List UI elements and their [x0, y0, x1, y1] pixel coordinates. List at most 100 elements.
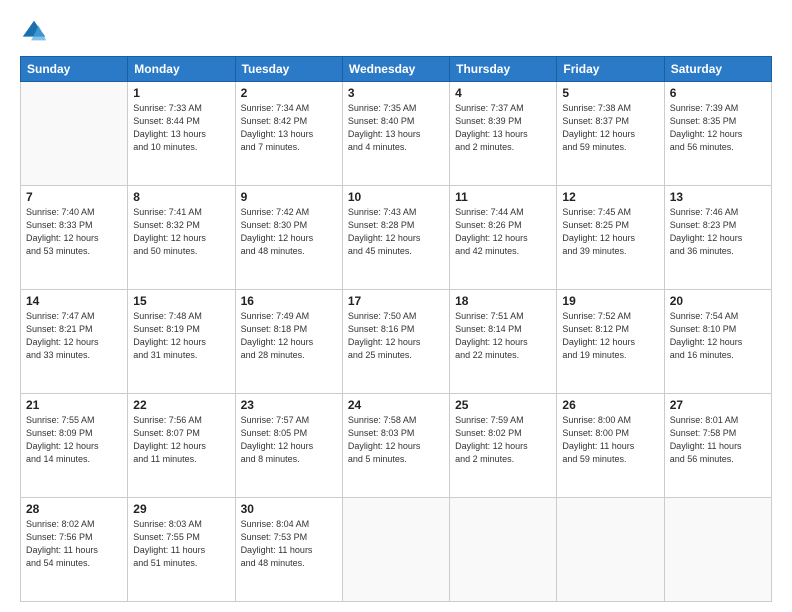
day-number: 7: [26, 190, 122, 204]
day-number: 2: [241, 86, 337, 100]
day-number: 15: [133, 294, 229, 308]
day-info: Sunrise: 7:54 AM Sunset: 8:10 PM Dayligh…: [670, 310, 766, 362]
calendar-day-header: Saturday: [664, 57, 771, 82]
day-info: Sunrise: 7:52 AM Sunset: 8:12 PM Dayligh…: [562, 310, 658, 362]
calendar-cell: 9 Sunrise: 7:42 AM Sunset: 8:30 PM Daylig…: [235, 186, 342, 290]
day-info: Sunrise: 7:48 AM Sunset: 8:19 PM Dayligh…: [133, 310, 229, 362]
calendar-cell: 5Sunrise: 7:38 AM Sunset: 8:37 PM Daylig…: [557, 82, 664, 186]
calendar-cell: 13 Sunrise: 7:46 AM Sunset: 8:23 PM Dayli…: [664, 186, 771, 290]
day-info: Sunrise: 7:59 AM Sunset: 8:02 PM Dayligh…: [455, 414, 551, 466]
calendar-cell: 8 Sunrise: 7:41 AM Sunset: 8:32 PM Daylig…: [128, 186, 235, 290]
day-number: 10: [348, 190, 444, 204]
calendar-day-header: Monday: [128, 57, 235, 82]
calendar-cell: [557, 498, 664, 602]
day-number: 18: [455, 294, 551, 308]
day-number: 9: [241, 190, 337, 204]
calendar-cell: 26 Sunrise: 8:00 AM Sunset: 8:00 PM Dayli…: [557, 394, 664, 498]
day-info: Sunrise: 7:58 AM Sunset: 8:03 PM Dayligh…: [348, 414, 444, 466]
day-info: Sunrise: 7:41 AM Sunset: 8:32 PM Dayligh…: [133, 206, 229, 258]
day-info: Sunrise: 7:39 AM Sunset: 8:35 PM Dayligh…: [670, 102, 766, 154]
day-number: 16: [241, 294, 337, 308]
calendar-cell: 24Sunrise: 7:58 AM Sunset: 8:03 PM Dayli…: [342, 394, 449, 498]
day-number: 13: [670, 190, 766, 204]
day-number: 11: [455, 190, 551, 204]
logo-icon: [20, 18, 48, 46]
calendar-day-header: Wednesday: [342, 57, 449, 82]
day-number: 14: [26, 294, 122, 308]
calendar-day-header: Friday: [557, 57, 664, 82]
day-info: Sunrise: 7:34 AM Sunset: 8:42 PM Dayligh…: [241, 102, 337, 154]
day-number: 4: [455, 86, 551, 100]
day-info: Sunrise: 7:51 AM Sunset: 8:14 PM Dayligh…: [455, 310, 551, 362]
calendar-cell: 2 Sunrise: 7:34 AM Sunset: 8:42 PM Daylig…: [235, 82, 342, 186]
day-info: Sunrise: 8:02 AM Sunset: 7:56 PM Dayligh…: [26, 518, 122, 570]
day-info: Sunrise: 8:01 AM Sunset: 7:58 PM Dayligh…: [670, 414, 766, 466]
calendar-cell: 18 Sunrise: 7:51 AM Sunset: 8:14 PM Dayli…: [450, 290, 557, 394]
calendar-cell: 14 Sunrise: 7:47 AM Sunset: 8:21 PM Dayli…: [21, 290, 128, 394]
calendar-cell: 15 Sunrise: 7:48 AM Sunset: 8:19 PM Dayli…: [128, 290, 235, 394]
calendar-cell: [664, 498, 771, 602]
day-info: Sunrise: 7:55 AM Sunset: 8:09 PM Dayligh…: [26, 414, 122, 466]
day-info: Sunrise: 7:50 AM Sunset: 8:16 PM Dayligh…: [348, 310, 444, 362]
day-info: Sunrise: 7:42 AM Sunset: 8:30 PM Dayligh…: [241, 206, 337, 258]
calendar-cell: 11 Sunrise: 7:44 AM Sunset: 8:26 PM Dayli…: [450, 186, 557, 290]
day-number: 23: [241, 398, 337, 412]
day-info: Sunrise: 7:57 AM Sunset: 8:05 PM Dayligh…: [241, 414, 337, 466]
calendar-cell: 30 Sunrise: 8:04 AM Sunset: 7:53 PM Dayli…: [235, 498, 342, 602]
calendar-cell: [450, 498, 557, 602]
calendar-day-header: Sunday: [21, 57, 128, 82]
calendar-cell: 25Sunrise: 7:59 AM Sunset: 8:02 PM Dayli…: [450, 394, 557, 498]
day-info: Sunrise: 7:38 AM Sunset: 8:37 PM Dayligh…: [562, 102, 658, 154]
calendar-cell: 16Sunrise: 7:49 AM Sunset: 8:18 PM Dayli…: [235, 290, 342, 394]
calendar-week-row: 7 Sunrise: 7:40 AM Sunset: 8:33 PM Daylig…: [21, 186, 772, 290]
calendar-cell: 21 Sunrise: 7:55 AM Sunset: 8:09 PM Dayli…: [21, 394, 128, 498]
day-info: Sunrise: 7:37 AM Sunset: 8:39 PM Dayligh…: [455, 102, 551, 154]
day-info: Sunrise: 7:33 AM Sunset: 8:44 PM Dayligh…: [133, 102, 229, 154]
header: [20, 18, 772, 46]
day-number: 1: [133, 86, 229, 100]
day-number: 29: [133, 502, 229, 516]
day-info: Sunrise: 7:56 AM Sunset: 8:07 PM Dayligh…: [133, 414, 229, 466]
calendar-day-header: Thursday: [450, 57, 557, 82]
calendar-cell: 1 Sunrise: 7:33 AM Sunset: 8:44 PM Daylig…: [128, 82, 235, 186]
calendar-cell: 23 Sunrise: 7:57 AM Sunset: 8:05 PM Dayli…: [235, 394, 342, 498]
logo: [20, 18, 52, 46]
day-info: Sunrise: 8:04 AM Sunset: 7:53 PM Dayligh…: [241, 518, 337, 570]
calendar-cell: 4 Sunrise: 7:37 AM Sunset: 8:39 PM Daylig…: [450, 82, 557, 186]
calendar-cell: 29 Sunrise: 8:03 AM Sunset: 7:55 PM Dayli…: [128, 498, 235, 602]
calendar-cell: 3Sunrise: 7:35 AM Sunset: 8:40 PM Daylig…: [342, 82, 449, 186]
calendar-week-row: 21 Sunrise: 7:55 AM Sunset: 8:09 PM Dayli…: [21, 394, 772, 498]
day-info: Sunrise: 7:40 AM Sunset: 8:33 PM Dayligh…: [26, 206, 122, 258]
day-info: Sunrise: 7:35 AM Sunset: 8:40 PM Dayligh…: [348, 102, 444, 154]
day-number: 21: [26, 398, 122, 412]
page: SundayMondayTuesdayWednesdayThursdayFrid…: [0, 0, 792, 612]
day-info: Sunrise: 8:00 AM Sunset: 8:00 PM Dayligh…: [562, 414, 658, 466]
day-info: Sunrise: 7:46 AM Sunset: 8:23 PM Dayligh…: [670, 206, 766, 258]
calendar-cell: [342, 498, 449, 602]
day-number: 27: [670, 398, 766, 412]
calendar-week-row: 14 Sunrise: 7:47 AM Sunset: 8:21 PM Dayli…: [21, 290, 772, 394]
day-info: Sunrise: 7:44 AM Sunset: 8:26 PM Dayligh…: [455, 206, 551, 258]
day-info: Sunrise: 8:03 AM Sunset: 7:55 PM Dayligh…: [133, 518, 229, 570]
calendar-cell: [21, 82, 128, 186]
day-number: 20: [670, 294, 766, 308]
calendar-week-row: 1 Sunrise: 7:33 AM Sunset: 8:44 PM Daylig…: [21, 82, 772, 186]
day-info: Sunrise: 7:43 AM Sunset: 8:28 PM Dayligh…: [348, 206, 444, 258]
day-number: 26: [562, 398, 658, 412]
day-number: 19: [562, 294, 658, 308]
day-info: Sunrise: 7:45 AM Sunset: 8:25 PM Dayligh…: [562, 206, 658, 258]
calendar-cell: 28 Sunrise: 8:02 AM Sunset: 7:56 PM Dayli…: [21, 498, 128, 602]
day-number: 12: [562, 190, 658, 204]
day-number: 6: [670, 86, 766, 100]
calendar-cell: 12 Sunrise: 7:45 AM Sunset: 8:25 PM Dayli…: [557, 186, 664, 290]
day-number: 28: [26, 502, 122, 516]
day-number: 17: [348, 294, 444, 308]
calendar-cell: 6 Sunrise: 7:39 AM Sunset: 8:35 PM Daylig…: [664, 82, 771, 186]
day-number: 8: [133, 190, 229, 204]
day-number: 30: [241, 502, 337, 516]
calendar-header-row: SundayMondayTuesdayWednesdayThursdayFrid…: [21, 57, 772, 82]
day-info: Sunrise: 7:47 AM Sunset: 8:21 PM Dayligh…: [26, 310, 122, 362]
calendar-cell: 20 Sunrise: 7:54 AM Sunset: 8:10 PM Dayli…: [664, 290, 771, 394]
calendar-cell: 7 Sunrise: 7:40 AM Sunset: 8:33 PM Daylig…: [21, 186, 128, 290]
calendar-week-row: 28 Sunrise: 8:02 AM Sunset: 7:56 PM Dayli…: [21, 498, 772, 602]
